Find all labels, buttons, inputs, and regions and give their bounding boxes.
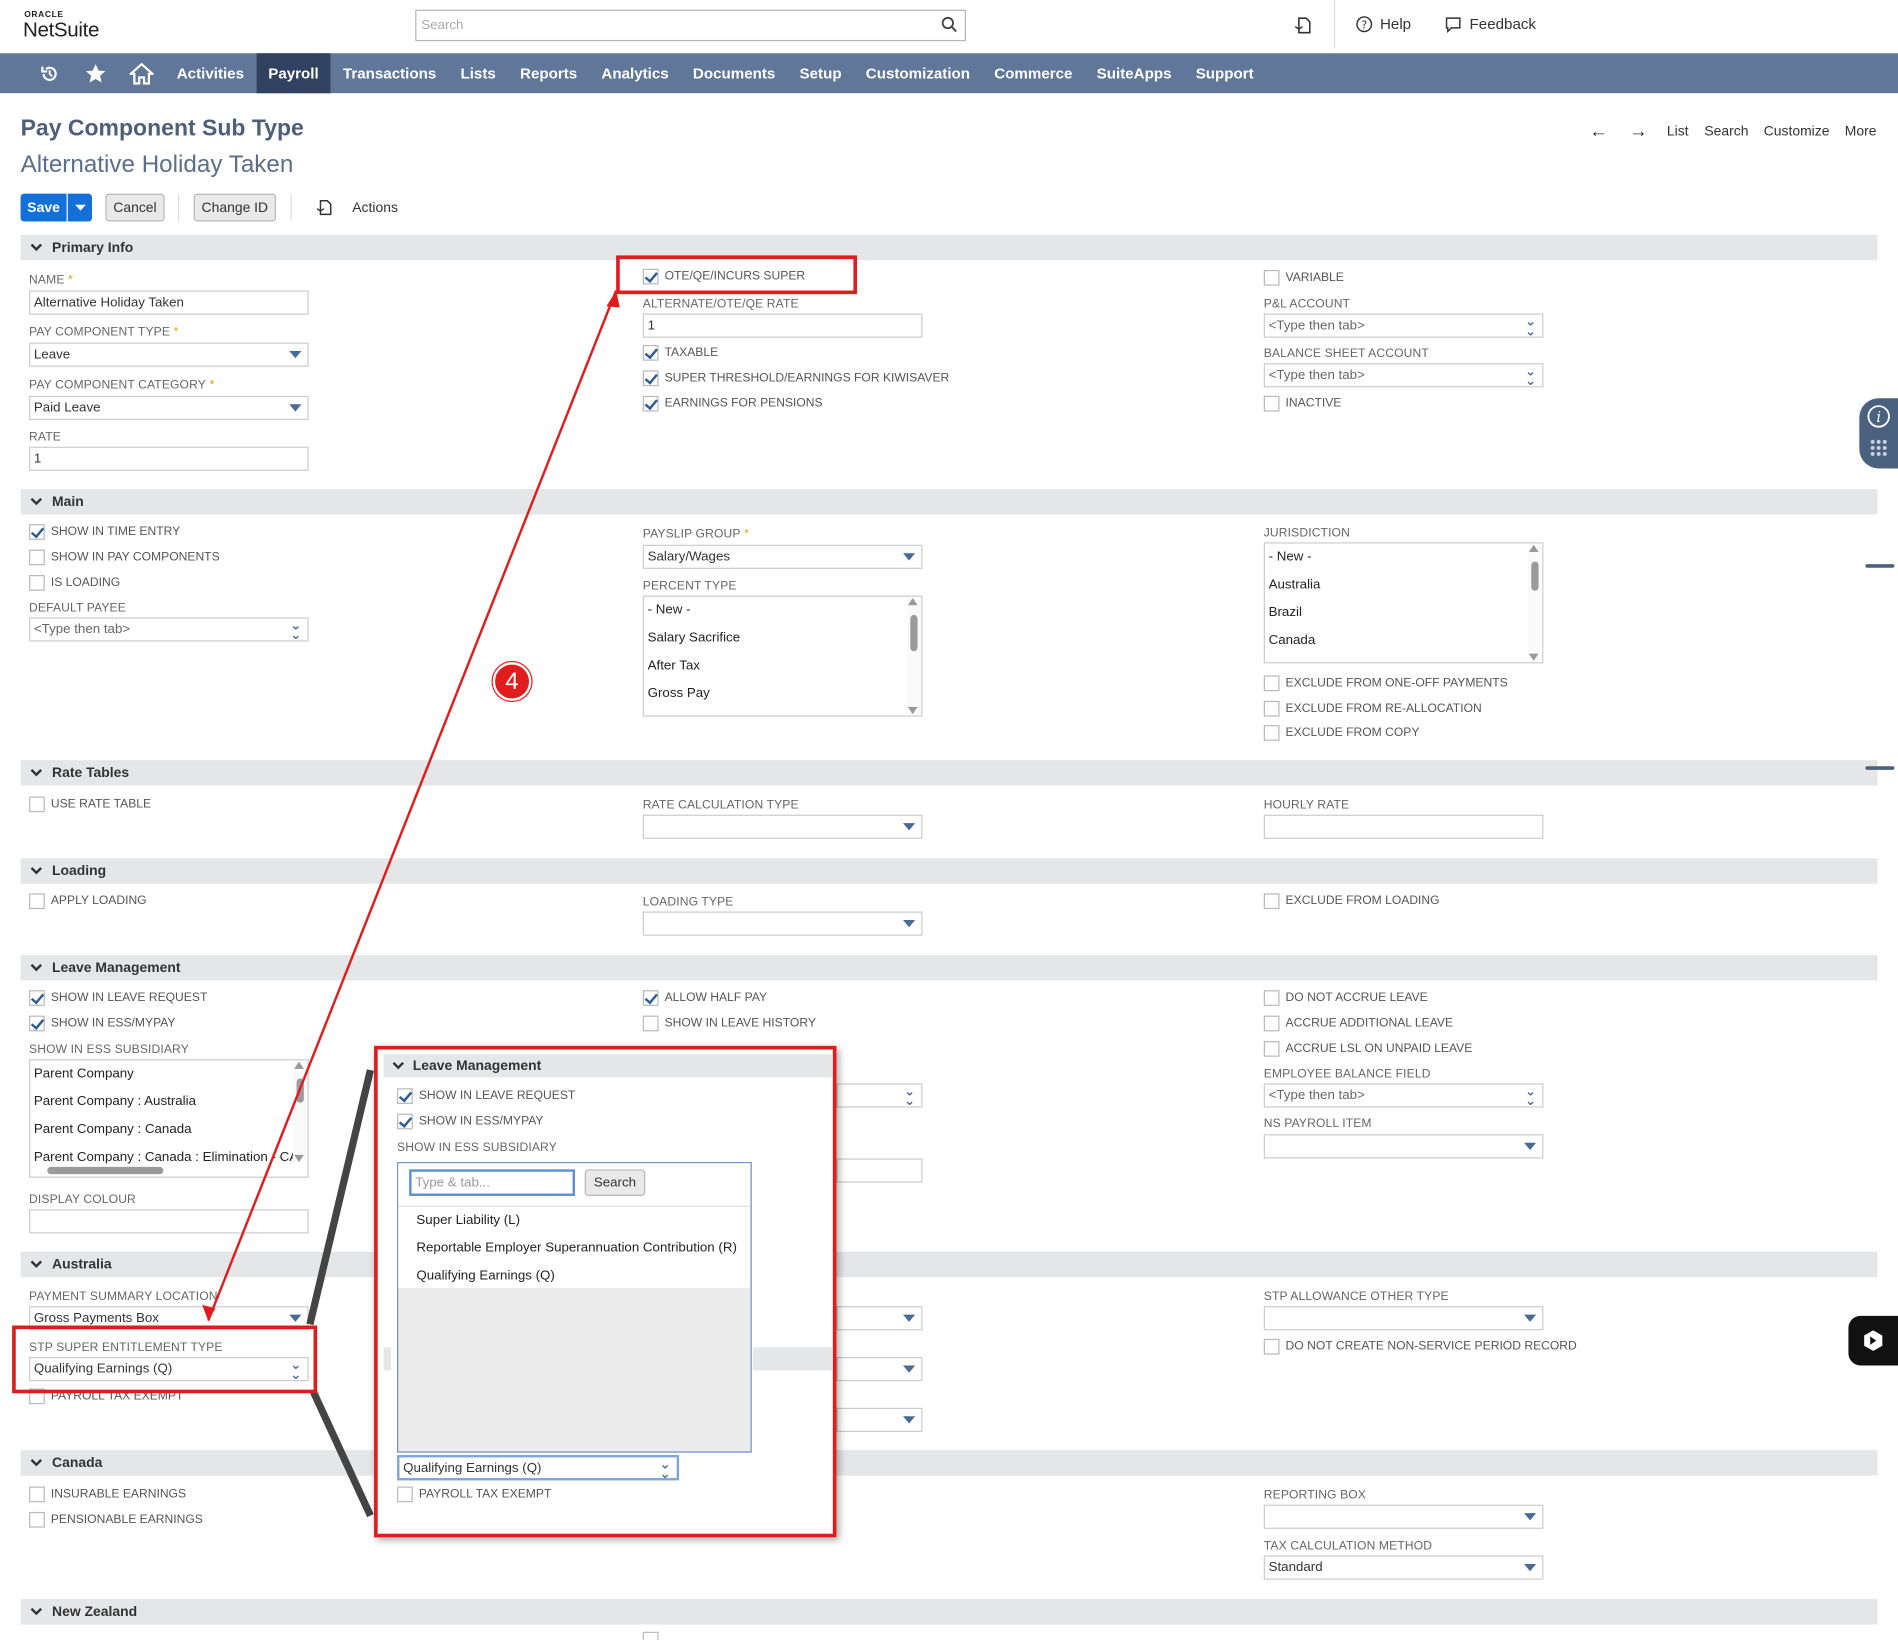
popup-ptax-label: PAYROLL TAX EXEMPT (418, 1487, 552, 1502)
chevron-down-icon (384, 1061, 413, 1070)
popup-section-title: Leave Management (412, 1058, 542, 1074)
popup-section-stub (752, 1347, 833, 1371)
popup-show-ess-label: SHOW IN ESS/MYPAY (418, 1114, 544, 1129)
dropdown-search-input[interactable]: Type & tab... (409, 1169, 575, 1196)
popup-ptax-checkbox[interactable] (397, 1486, 413, 1503)
dropdown-option[interactable]: Super Liability (L) (398, 1207, 750, 1235)
callout-connector-bottom (310, 1390, 374, 1518)
ote-highlight-box (616, 255, 858, 295)
popup-section-header: Leave Management (383, 1054, 833, 1078)
double-chevron-icon: ⌄ ⌄ (659, 1457, 671, 1482)
popup-ess-sub-label: SHOW IN ESS SUBSIDIARY (397, 1141, 557, 1155)
popup-show-ess-row[interactable]: SHOW IN ESS/MYPAY (397, 1113, 544, 1130)
annotation-overlay (202, 290, 620, 1518)
popup-stp-select[interactable]: Qualifying Earnings (Q) ⌄ ⌄ (397, 1455, 680, 1482)
stp-highlight-box (12, 1325, 318, 1394)
zoom-callout-popup: Leave Management SHOW IN LEAVE REQUEST S… (374, 1045, 837, 1538)
dropdown-option[interactable]: Reportable Employer Superannuation Contr… (398, 1235, 750, 1263)
popup-show-leave-row[interactable]: SHOW IN LEAVE REQUEST (397, 1088, 575, 1104)
popup-show-ess-checkbox[interactable] (397, 1113, 413, 1130)
popup-show-leave-label: SHOW IN LEAVE REQUEST (418, 1089, 576, 1103)
dropdown-search-button[interactable]: Search (584, 1169, 646, 1196)
step-number-badge: 4 (492, 662, 532, 701)
dropdown-panel[interactable]: Type & tab... Search Super Liability (L)… (397, 1162, 752, 1453)
popup-ptax-row[interactable]: PAYROLL TAX EXEMPT (397, 1486, 552, 1503)
callout-connector-top (306, 1069, 374, 1326)
dropdown-option[interactable]: Qualifying Earnings (Q) (398, 1263, 750, 1291)
popup-show-leave-checkbox[interactable] (397, 1088, 413, 1104)
popup-section-stub (383, 1347, 391, 1371)
